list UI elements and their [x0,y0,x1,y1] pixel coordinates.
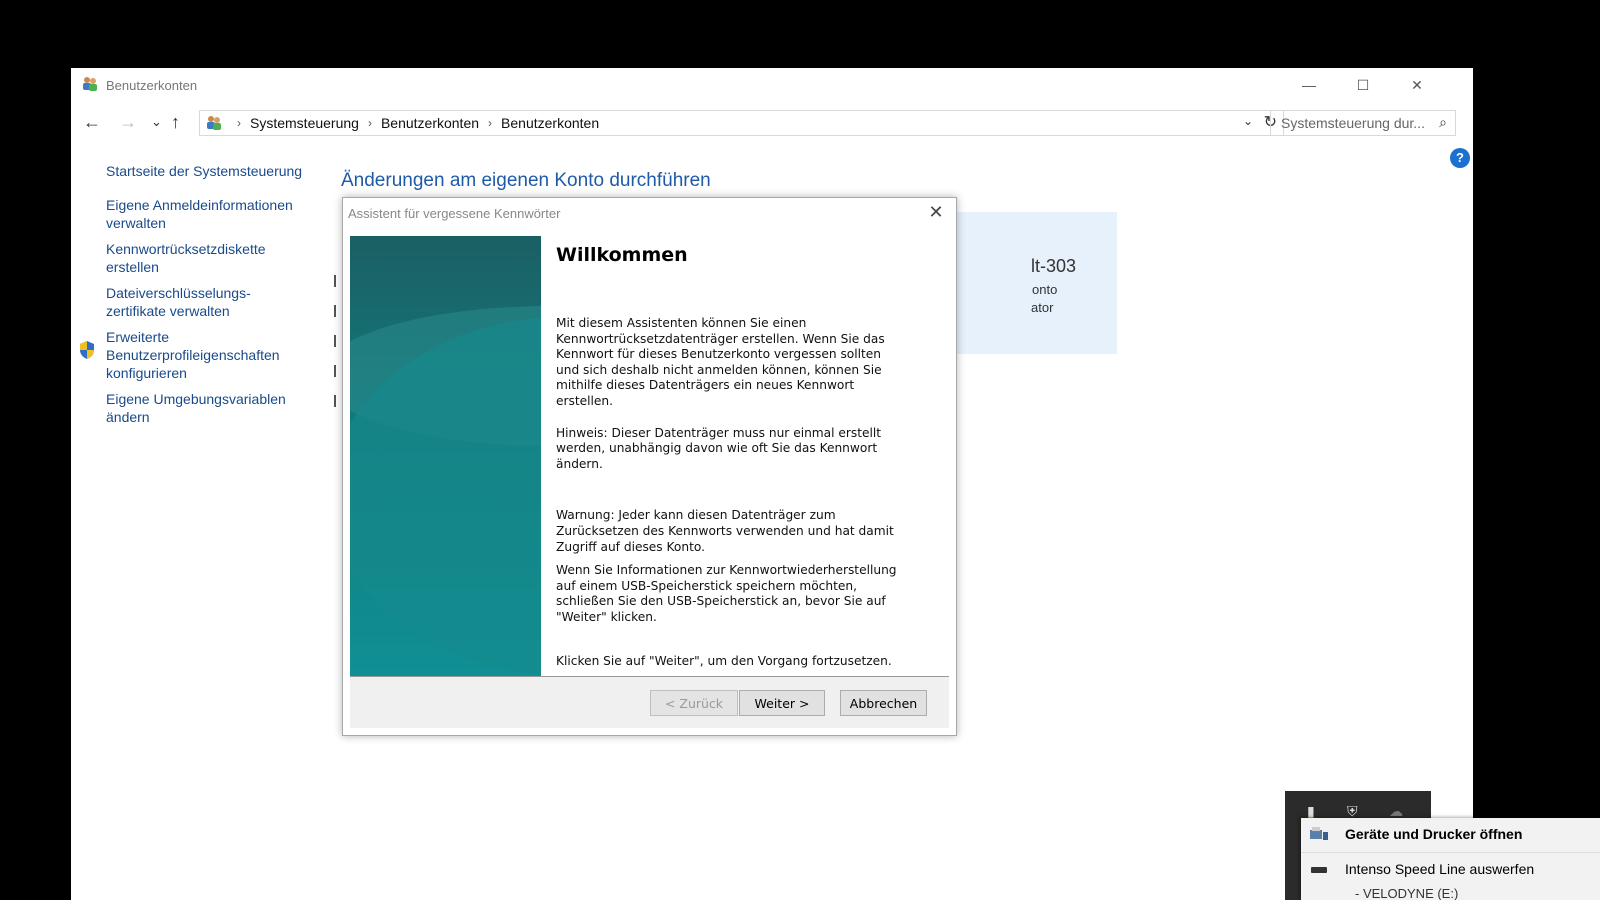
sidebar-link-encryption-certs[interactable]: Dateiverschlüsselungs-zertifikate verwal… [106,284,306,320]
menu-item-open-devices[interactable]: Geräte und Drucker öffnen [1345,826,1522,842]
window-title: Benutzerkonten [106,78,198,93]
breadcrumb-separator-icon: › [237,116,241,130]
address-dropdown-icon[interactable]: ⌄ [1243,114,1253,128]
wizard-intro-text: Mit diesem Assistenten können Sie einen … [556,316,885,408]
sidebar-link-home[interactable]: Startseite der Systemsteuerung [106,162,306,180]
recent-locations-chevron-icon[interactable]: ⌄ [151,114,162,130]
up-arrow-icon[interactable]: ↑ [171,112,180,133]
search-input[interactable]: Systemsteuerung dur... ⌕ [1270,110,1456,136]
back-arrow-icon[interactable]: ← [83,112,101,133]
account-name: lt-303 [1031,256,1077,276]
breadcrumb-systemsteuerung[interactable]: Systemsteuerung [250,115,359,131]
uac-shield-icon [80,341,94,359]
search-placeholder: Systemsteuerung dur... [1281,115,1425,131]
menu-item-volume: - VELODYNE (E:) [1355,886,1459,900]
help-button[interactable]: ? [1450,148,1470,168]
safely-remove-menu: Geräte und Drucker öffnen Intenso Speed … [1301,818,1600,900]
search-icon: ⌕ [1439,114,1447,130]
close-button[interactable]: ✕ [1389,68,1445,102]
dialog-close-button[interactable]: ✕ [924,200,948,224]
breadcrumb-benutzerkonten[interactable]: Benutzerkonten [381,115,479,131]
breadcrumb-separator-icon: › [367,116,372,130]
dialog-title: Assistent für vergessene Kennwörter [348,206,561,221]
page-heading: Änderungen am eigenen Konto durchführen [341,170,711,191]
menu-separator [1301,852,1600,853]
account-type: onto [1032,282,1058,297]
wizard-usb-text: Wenn Sie Informationen zur Kennwortwiede… [556,563,897,624]
wizard-footer: < Zurück Weiter > Abbrechen [350,677,949,728]
wizard-warning-text: Warnung: Jeder kann diesen Datenträger z… [556,508,894,554]
drive-icon [1311,867,1327,873]
breadcrumb-benutzerkonten-current[interactable]: Benutzerkonten [501,115,599,131]
sidebar: Startseite der Systemsteuerung Eigene An… [80,162,306,434]
wizard-note-text: Hinweis: Dieser Datenträger muss nur ein… [556,425,882,471]
wizard-content: Willkommen Mit diesem Assistenten können… [556,236,906,669]
wizard-continue-text: Klicken Sie auf "Weiter", um den Vorgang… [556,653,892,668]
sidebar-link-credentials[interactable]: Eigene Anmeldeinformationen verwalten [106,196,306,232]
navigation-bar: ← → ⌄ ↑ › Systemsteuerung › Benutzerkont… [71,108,1473,138]
hidden-link-markers [334,275,338,425]
forgotten-password-wizard: Assistent für vergessene Kennwörter ✕ Wi… [342,197,957,736]
cancel-button[interactable]: Abbrechen [840,690,927,716]
sidebar-link-profile-properties[interactable]: Erweiterte Benutzerprofileigenschaften k… [106,328,306,382]
next-button[interactable]: Weiter > [739,690,825,716]
account-card: lt-303 onto ator [931,212,1117,354]
devices-printers-icon [1310,827,1328,840]
minimize-button[interactable]: — [1281,68,1337,102]
title-bar[interactable]: Benutzerkonten — ☐ ✕ [71,68,1473,102]
maximize-button[interactable]: ☐ [1335,68,1391,102]
wizard-heading: Willkommen [556,244,688,266]
sidebar-link-environment-variables[interactable]: Eigene Umgebungsvariablen ändern [106,390,306,426]
account-role: ator [1031,300,1054,315]
forward-arrow-icon[interactable]: → [119,112,137,133]
sidebar-link-reset-disk[interactable]: Kennwortrücksetzdiskette erstellen [106,240,306,276]
menu-item-eject[interactable]: Intenso Speed Line auswerfen [1345,861,1534,877]
address-bar[interactable]: › Systemsteuerung › Benutzerkonten › Ben… [199,110,1284,136]
breadcrumb-separator-icon: › [488,116,493,130]
wizard-banner-image [350,236,541,676]
control-panel-icon [207,116,221,130]
user-accounts-icon [83,77,97,91]
back-button[interactable]: < Zurück [650,690,738,716]
